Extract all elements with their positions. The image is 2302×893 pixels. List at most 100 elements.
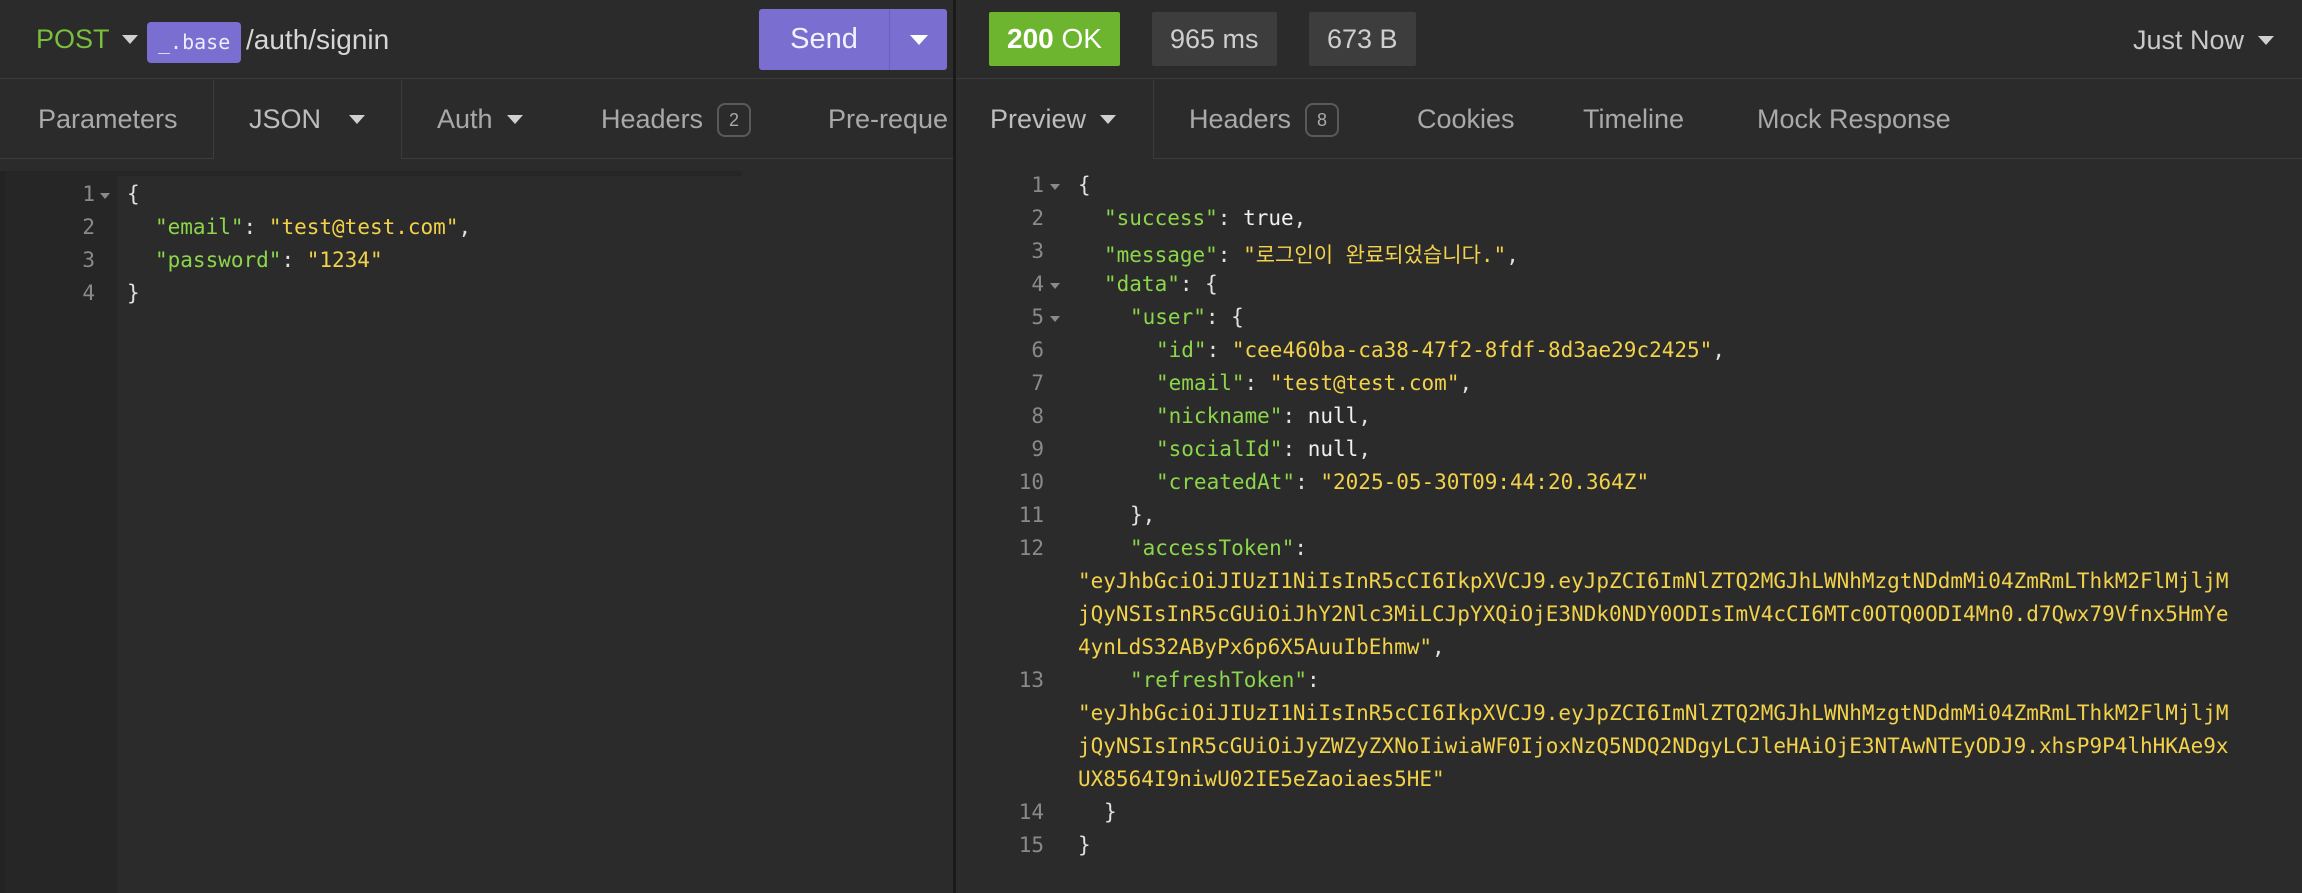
json-key: "email" <box>155 215 244 239</box>
tab-label: Preview <box>990 104 1087 134</box>
tab-pre-request[interactable]: Pre-reque <box>828 80 948 159</box>
token-line: 4ynLdS32AByPx6p6X5AuuIbEhmw", <box>1078 635 1445 659</box>
caret-down-icon <box>909 34 928 45</box>
code-line: }, <box>1130 503 1156 527</box>
code-line: "refreshToken": <box>1130 668 1320 692</box>
send-options-button[interactable] <box>889 9 947 70</box>
json-key: "nickname" <box>1156 404 1283 428</box>
line-number: 15 <box>1018 833 1044 857</box>
line-number: 7 <box>1031 371 1044 395</box>
status-badge: 200 OK <box>989 12 1120 66</box>
code-line: "data": { <box>1104 272 1218 296</box>
token-line: "eyJhbGciOiJIUzI1NiIsInR5cCI6IkpXVCJ9.ey… <box>1078 569 2229 593</box>
request-pane: POST _.base /auth/signin Send Parameters… <box>0 0 953 893</box>
tab-label: Cookies <box>1417 104 1515 134</box>
json-key: "refreshToken" <box>1130 668 1308 692</box>
tab-label: Timeline <box>1583 104 1685 134</box>
line-number: 2 <box>82 215 95 239</box>
token-line: UX8564I9niwU02IE5eZaoiaes5HE" <box>1078 767 1445 791</box>
fold-arrow-icon[interactable] <box>1050 283 1060 289</box>
fold-arrow-icon[interactable] <box>100 193 110 199</box>
json-value: "test@test.com" <box>268 215 459 239</box>
line-number: 12 <box>1018 536 1044 560</box>
history-dropdown[interactable]: Just Now <box>2133 25 2274 56</box>
line-number: 11 <box>1018 503 1044 527</box>
token-line: jQyNSIsInR5cGUiOiJyZWZyZXNoIiwiaWF0IjoxN… <box>1078 734 2229 758</box>
tab-label: JSON <box>249 104 322 134</box>
tab-cookies[interactable]: Cookies <box>1417 80 1515 159</box>
headers-count-badge: 2 <box>717 102 752 137</box>
timestamp-label: Just Now <box>2132 25 2244 55</box>
line-number: 1 <box>1031 173 1044 197</box>
json-key: "createdAt" <box>1156 470 1296 494</box>
json-key: "id" <box>1156 338 1207 362</box>
line-number: 3 <box>1031 239 1044 263</box>
tab-timeline[interactable]: Timeline <box>1583 80 1684 159</box>
json-key: "user" <box>1130 305 1206 329</box>
tab-label: Auth <box>437 104 493 134</box>
line-number: 10 <box>1018 470 1044 494</box>
tab-mock-response[interactable]: Mock Response <box>1757 80 1951 159</box>
line-number: 4 <box>82 281 95 305</box>
tab-label: Mock Response <box>1757 104 1951 134</box>
url-bar: POST _.base /auth/signin Send <box>0 0 953 79</box>
code-line: } <box>1104 800 1117 824</box>
token-line: jQyNSIsInR5cGUiOiJhY2Nlc3MiLCJpYXQiOjE3N… <box>1078 602 2229 626</box>
token-line: "eyJhbGciOiJIUzI1NiIsInR5cCI6IkpXVCJ9.ey… <box>1078 701 2229 725</box>
response-viewer[interactable]: 1 2 3 4 5 6 7 8 9 10 11 12 13 14 15 { "s… <box>956 160 2302 893</box>
response-time: 965 ms <box>1152 12 1277 66</box>
token-tail: 4ynLdS32AByPx6p6X5AuuIbEhmw" <box>1078 635 1433 659</box>
json-value: "cee460ba-ca38-47f2-8fdf-8d3ae29c2425" <box>1231 338 1713 362</box>
json-key: "socialId" <box>1156 437 1283 461</box>
response-tabs: Preview Headers 8 Cookies Timeline Mock … <box>956 80 2302 159</box>
response-size: 673 B <box>1309 12 1416 66</box>
code-line: } <box>1078 833 1091 857</box>
json-value: null <box>1307 404 1359 428</box>
code-line: { <box>1078 173 1091 197</box>
gutter-edge <box>0 171 6 893</box>
code-line: "success": true, <box>1104 206 1307 230</box>
code-line: "createdAt": "2025-05-30T09:44:20.364Z" <box>1156 470 1650 494</box>
fold-arrow-icon[interactable] <box>1050 316 1060 322</box>
json-punct: , <box>458 215 472 239</box>
tab-preview[interactable]: Preview <box>956 80 1154 159</box>
send-button[interactable]: Send <box>759 23 889 56</box>
status-text: OK <box>1061 23 1102 54</box>
method-select[interactable]: POST <box>36 24 138 55</box>
caret-down-icon <box>2258 36 2274 45</box>
tab-parameters[interactable]: Parameters <box>38 80 178 159</box>
line-gutter <box>0 171 117 893</box>
json-key: "email" <box>1156 371 1245 395</box>
request-body-editor[interactable]: 1 2 3 4 { "email": "test@test.com", "pas… <box>0 171 953 893</box>
json-value: true <box>1243 206 1294 230</box>
request-tabs: Parameters JSON Auth Headers 2 Pre-reque <box>0 80 953 159</box>
code-line: "nickname": null, <box>1156 404 1371 428</box>
tab-label: Pre-reque <box>828 104 949 134</box>
tab-headers[interactable]: Headers 2 <box>601 80 752 159</box>
tab-json[interactable]: JSON <box>213 80 402 159</box>
caret-down-icon <box>506 115 523 124</box>
status-code: 200 <box>1007 23 1054 54</box>
fold-arrow-icon[interactable] <box>1050 184 1060 190</box>
json-value: null <box>1307 437 1359 461</box>
line-number: 3 <box>82 248 95 272</box>
json-value: "1234" <box>306 248 383 272</box>
code-line: "user": { <box>1130 305 1244 329</box>
json-key: "password" <box>155 248 282 272</box>
tab-response-headers[interactable]: Headers 8 <box>1189 80 1340 159</box>
line-number: 1 <box>82 182 95 206</box>
method-label: POST <box>36 24 110 54</box>
url-input[interactable]: /auth/signin <box>246 24 389 56</box>
response-status-bar: 200 OK 965 ms 673 B Just Now <box>956 0 2302 79</box>
line-number: 13 <box>1018 668 1044 692</box>
line-number: 14 <box>1018 800 1044 824</box>
tab-label: Parameters <box>38 104 178 134</box>
code-line: { <box>127 182 140 206</box>
response-pane: 200 OK 965 ms 673 B Just Now Preview Hea… <box>956 0 2302 893</box>
line-number: 6 <box>1031 338 1044 362</box>
caret-down-icon <box>121 35 138 44</box>
tab-auth[interactable]: Auth <box>437 80 523 159</box>
json-value: "test@test.com" <box>1269 371 1460 395</box>
environment-tag[interactable]: _.base <box>147 22 242 63</box>
json-key: "success" <box>1104 206 1218 230</box>
